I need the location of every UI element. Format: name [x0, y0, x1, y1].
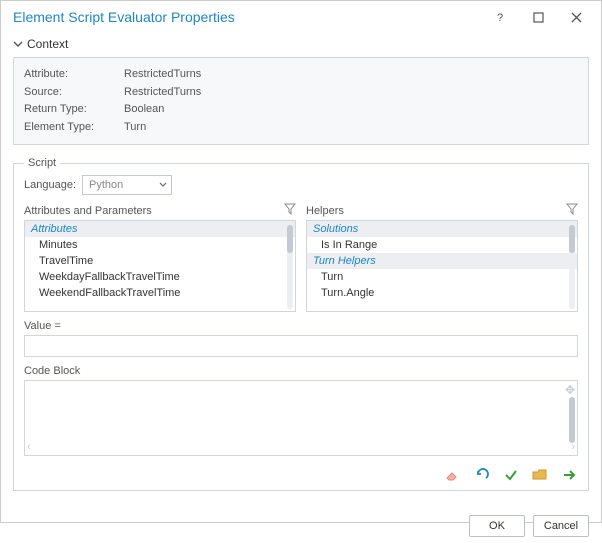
language-value: Python [89, 179, 123, 191]
context-panel: Attribute:RestrictedTurns Source:Restric… [13, 57, 589, 145]
list-item[interactable]: Minutes [25, 237, 295, 253]
list-item[interactable]: WeekendFallbackTravelTime [25, 285, 295, 301]
ctx-source-label: Source: [24, 84, 124, 101]
script-group: Script Language: Python Attributes and P… [13, 157, 589, 491]
help-icon: ? [494, 11, 506, 23]
attrs-header: Attributes and Parameters [24, 205, 152, 217]
filter-attrs-button[interactable] [284, 203, 296, 218]
codeblock-input[interactable]: ✥ ‹› [24, 380, 578, 456]
eraser-button[interactable] [444, 468, 460, 482]
codeblock-label: Code Block [24, 365, 578, 377]
ok-button[interactable]: OK [469, 515, 525, 537]
folder-icon [532, 468, 548, 482]
chevron-down-icon [159, 181, 167, 189]
window-title: Element Script Evaluator Properties [13, 9, 481, 25]
check-icon [504, 468, 518, 482]
script-legend: Script [24, 157, 60, 169]
list-item[interactable]: WeekdayFallbackTravelTime [25, 269, 295, 285]
eraser-icon [444, 468, 460, 482]
helpers-group-turn: Turn Helpers [307, 253, 577, 269]
close-button[interactable] [557, 4, 595, 30]
helpers-list[interactable]: Solutions Is In Range Turn Helpers Turn … [306, 220, 578, 312]
ctx-rettype-label: Return Type: [24, 101, 124, 118]
attrs-list[interactable]: Attributes Minutes TravelTime WeekdayFal… [24, 220, 296, 312]
list-item[interactable]: Turn [307, 269, 577, 285]
ctx-attr-value: RestrictedTurns [124, 68, 201, 80]
run-button[interactable] [562, 468, 578, 482]
undo-button[interactable] [474, 468, 490, 482]
cancel-button[interactable]: Cancel [533, 515, 589, 537]
scrollbar-thumb[interactable] [569, 397, 575, 443]
ctx-eltype-label: Element Type: [24, 119, 124, 136]
help-button[interactable]: ? [481, 4, 519, 30]
list-item[interactable]: Turn.Angle [307, 285, 577, 301]
funnel-icon [284, 203, 296, 215]
language-label: Language: [24, 179, 76, 191]
maximize-button[interactable] [519, 4, 557, 30]
chevron-down-icon [13, 39, 23, 49]
svg-text:?: ? [497, 12, 503, 23]
language-select[interactable]: Python [82, 175, 172, 195]
context-header: Context [27, 37, 68, 51]
attrs-group-header: Attributes [25, 221, 295, 237]
open-button[interactable] [532, 468, 548, 482]
action-icon-row [444, 468, 578, 482]
list-item[interactable]: TravelTime [25, 253, 295, 269]
helpers-header: Helpers [306, 205, 344, 217]
filter-helpers-button[interactable] [566, 203, 578, 218]
ctx-rettype-value: Boolean [124, 103, 164, 115]
move-handle-icon[interactable]: ✥ [565, 383, 575, 397]
ctx-attr-label: Attribute: [24, 66, 124, 83]
undo-icon [474, 468, 490, 482]
close-icon [571, 12, 582, 23]
value-label: Value = [24, 320, 578, 332]
ctx-source-value: RestrictedTurns [124, 86, 201, 98]
ctx-eltype-value: Turn [124, 121, 146, 133]
validate-button[interactable] [504, 468, 518, 482]
scrollbar-thumb[interactable] [287, 225, 293, 253]
list-item[interactable]: Is In Range [307, 237, 577, 253]
value-input[interactable] [24, 335, 578, 357]
titlebar: Element Script Evaluator Properties ? [1, 1, 601, 33]
maximize-icon [533, 12, 544, 23]
scrollbar-thumb[interactable] [569, 225, 575, 253]
context-toggle[interactable]: Context [13, 33, 589, 57]
arrow-right-icon [562, 468, 578, 482]
funnel-icon [566, 203, 578, 215]
helpers-group-solutions: Solutions [307, 221, 577, 237]
